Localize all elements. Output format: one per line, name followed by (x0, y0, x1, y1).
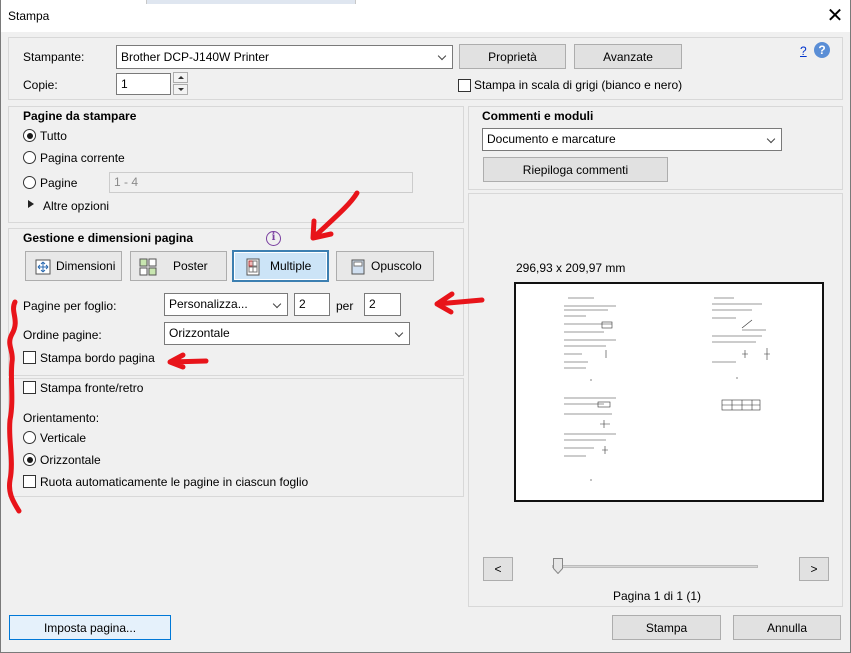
annotation-arrow-pages-per-sheet (434, 291, 485, 315)
red-annotations (7, 190, 485, 514)
annotation-arrow-border (167, 352, 209, 370)
annotation-arrow-multiple (310, 190, 360, 241)
annotation-brace (7, 299, 22, 514)
